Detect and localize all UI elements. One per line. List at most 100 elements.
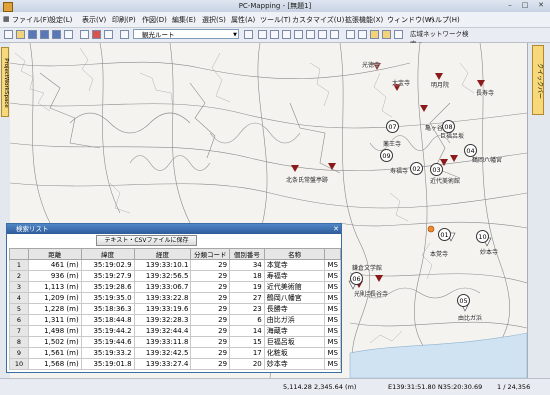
pin-tool-6-icon[interactable] bbox=[318, 30, 327, 39]
pin-tool-5-icon[interactable] bbox=[306, 30, 315, 39]
table-cell: MS bbox=[324, 259, 341, 271]
menu-edit[interactable]: 編集(E) bbox=[172, 15, 196, 25]
grid-icon[interactable] bbox=[346, 30, 355, 39]
table-cell: 近代美術館 bbox=[263, 281, 326, 293]
table-row[interactable]: 2 936 (m) 35:19:27.9 139:32:56.5 29 18 寿福寺 MS bbox=[9, 270, 341, 282]
save-as-icon[interactable] bbox=[40, 30, 49, 39]
export-icon[interactable] bbox=[64, 30, 73, 39]
pin-tool-2-icon[interactable] bbox=[270, 30, 279, 39]
grid-2-icon[interactable] bbox=[358, 30, 367, 39]
route-marker[interactable]: 06 bbox=[350, 272, 363, 285]
route-marker[interactable]: 01 bbox=[438, 228, 451, 241]
map-label: 明月院 bbox=[431, 82, 450, 89]
network-search-button[interactable]: 広域ネットワーク検索 ▾ bbox=[410, 29, 474, 48]
column-header-index[interactable] bbox=[9, 248, 29, 260]
table-cell: 19 bbox=[229, 281, 265, 293]
save-all-icon[interactable] bbox=[52, 30, 61, 39]
route-marker[interactable]: 10 bbox=[476, 230, 489, 243]
table-cell: MS bbox=[324, 314, 341, 326]
menu-file[interactable]: ファイル(F) bbox=[12, 15, 50, 25]
route-marker[interactable]: 03 bbox=[430, 163, 443, 176]
table-cell: 461 (m) bbox=[27, 259, 82, 271]
menu-select[interactable]: 選択(S) bbox=[202, 15, 226, 25]
table-cell: 139:33:27.4 bbox=[133, 358, 192, 370]
search-list-window: 検索リスト ✕ テキスト・CSVファイルに保存 距離 緯度 経度 分類コード 個… bbox=[6, 223, 342, 373]
table-cell: 15 bbox=[229, 336, 265, 348]
layer-icon[interactable] bbox=[92, 30, 101, 39]
map-label: 長谷寺 bbox=[370, 291, 389, 298]
menu-help[interactable]: ヘルプ(H) bbox=[428, 15, 460, 25]
route-marker[interactable]: 08 bbox=[442, 120, 455, 133]
save-csv-button[interactable]: テキスト・CSVファイルに保存 bbox=[96, 235, 197, 246]
column-header-longitude[interactable]: 経度 bbox=[133, 248, 192, 260]
new-file-icon[interactable] bbox=[4, 30, 13, 39]
route-settings-icon[interactable] bbox=[244, 30, 253, 39]
route-marker[interactable]: 05 bbox=[457, 294, 470, 307]
menu-customize[interactable]: カスタマイズ(U) bbox=[292, 15, 344, 25]
column-header-latitude[interactable]: 緯度 bbox=[80, 248, 135, 260]
highlight-icon[interactable] bbox=[370, 30, 379, 39]
table-cell: 35:18:44.8 bbox=[80, 314, 135, 326]
table-cell: 29 bbox=[190, 314, 231, 326]
route-marker[interactable]: 04 bbox=[464, 144, 477, 157]
route-marker[interactable]: 02 bbox=[410, 162, 423, 175]
column-header-name[interactable]: 名称 bbox=[263, 248, 326, 260]
menu-app-icon[interactable]: ▦ bbox=[3, 15, 10, 23]
menu-tools[interactable]: ツール(T) bbox=[260, 15, 291, 25]
table-row[interactable]: 1 461 (m) 35:19:02.9 139:33:10.1 29 34 本覚寺 MS bbox=[9, 259, 341, 271]
menu-view[interactable]: 表示(V) bbox=[82, 15, 106, 25]
column-header-category[interactable]: 分類コード bbox=[190, 248, 231, 260]
route-select[interactable]: 観光ルート ▼ bbox=[133, 29, 239, 39]
table-cell: MS bbox=[324, 270, 341, 282]
save-icon[interactable] bbox=[28, 30, 37, 39]
table-cell: 29 bbox=[190, 303, 231, 315]
pin-tool-4-icon[interactable] bbox=[294, 30, 303, 39]
table-cell: MS bbox=[324, 281, 341, 293]
table-row[interactable]: 8 1,502 (m) 35:19:44.6 139:33:11.8 29 15 巨福呂坂 M… bbox=[9, 336, 341, 348]
table-cell: 3 bbox=[9, 281, 29, 293]
table-row[interactable]: 4 1,209 (m) 35:19:35.0 139:33:22.8 29 27 鶴岡八幡宮… bbox=[9, 292, 341, 304]
table-cell: 29 bbox=[190, 325, 231, 337]
column-header-extra[interactable] bbox=[324, 248, 341, 260]
column-header-distance[interactable]: 距離 bbox=[27, 248, 82, 260]
route-icon[interactable] bbox=[120, 30, 129, 39]
pin-tool-7-icon[interactable] bbox=[330, 30, 339, 39]
table-cell: 936 (m) bbox=[27, 270, 82, 282]
minimize-button[interactable]: – bbox=[503, 1, 517, 10]
close-icon[interactable]: ✕ bbox=[333, 224, 339, 234]
search-list-title-bar[interactable]: 検索リスト ✕ bbox=[7, 224, 341, 234]
table-cell: MS bbox=[324, 336, 341, 348]
route-marker[interactable]: 09 bbox=[380, 149, 393, 162]
status-bar: 5,114.28 2,345.64 (m) E139:31:51.80 N35:… bbox=[0, 378, 550, 395]
project-workspace-tab[interactable]: ProjectWorkSpace bbox=[1, 47, 9, 117]
table-cell: 35:19:27.9 bbox=[80, 270, 135, 282]
table-row[interactable]: 6 1,311 (m) 35:18:44.8 139:32:28.3 29 6 由比ガ浜 MS bbox=[9, 314, 341, 326]
table-row[interactable]: 3 1,113 (m) 35:19:28.6 139:33:06.7 29 19 近代美術館… bbox=[9, 281, 341, 293]
print-icon[interactable] bbox=[80, 30, 89, 39]
table-row[interactable]: 7 1,498 (m) 35:19:44.2 139:32:44.4 29 14 海蔵寺 MS bbox=[9, 325, 341, 337]
table-cell: 妙本寺 bbox=[263, 358, 326, 370]
menu-extensions[interactable]: 拡張機能(X) bbox=[345, 15, 383, 25]
table-row[interactable]: 5 1,228 (m) 35:18:36.3 139:33:19.6 29 23 長勝寺 MS bbox=[9, 303, 341, 315]
pin-tool-3-icon[interactable] bbox=[282, 30, 291, 39]
properties-icon[interactable] bbox=[104, 30, 113, 39]
network-icon[interactable] bbox=[394, 30, 403, 39]
close-button[interactable]: ✕ bbox=[534, 1, 548, 10]
route-marker[interactable]: 07 bbox=[386, 120, 399, 133]
table-row[interactable]: 10 1,568 (m) 35:19:01.8 139:33:27.4 29 20 妙本寺 M… bbox=[9, 358, 341, 370]
open-folder-icon[interactable] bbox=[16, 30, 25, 39]
menu-settings[interactable]: 設定(L) bbox=[49, 15, 72, 25]
table-row[interactable]: 9 1,561 (m) 35:19:33.2 139:32:42.5 29 17 化粧坂 MS bbox=[9, 347, 341, 359]
table-cell: 35:19:02.9 bbox=[80, 259, 135, 271]
menu-draw[interactable]: 作図(D) bbox=[142, 15, 167, 25]
map-label: 本覚寺 bbox=[430, 251, 449, 258]
table-cell: MS bbox=[324, 325, 341, 337]
table-cell: 139:33:22.8 bbox=[133, 292, 192, 304]
column-header-id[interactable]: 個別番号 bbox=[229, 248, 265, 260]
pin-tool-icon[interactable] bbox=[258, 30, 267, 39]
menu-attribute[interactable]: 属性(A) bbox=[231, 15, 255, 25]
menu-print[interactable]: 印刷(P) bbox=[112, 15, 136, 25]
maximize-button[interactable]: □ bbox=[518, 1, 532, 10]
quickbar-tab[interactable]: クイックバー bbox=[532, 45, 544, 115]
highlight-2-icon[interactable] bbox=[382, 30, 391, 39]
